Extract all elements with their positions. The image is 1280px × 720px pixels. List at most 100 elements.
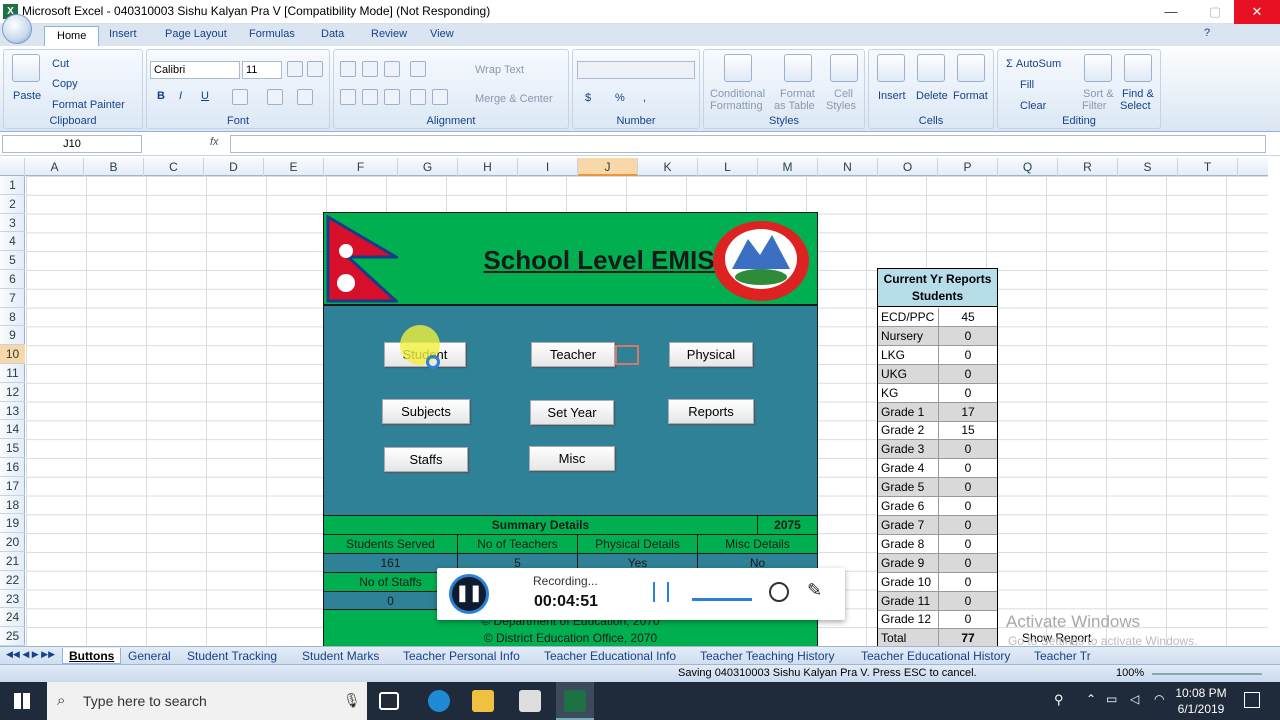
sheet-tab[interactable]: Teacher Educational Info [544,648,676,664]
decrease-indent-icon[interactable] [410,89,426,105]
tray-chevron-icon[interactable]: ⌃ [1086,692,1096,706]
paste-button[interactable]: Paste [13,90,41,102]
merge-center-button[interactable]: Merge & Center [475,93,553,105]
microphone-icon[interactable]: 🎙 [343,692,361,709]
row-header[interactable]: 7 [0,289,25,308]
cell-styles-label[interactable]: Cell [834,88,853,100]
maximize-button[interactable]: ▢ [1192,0,1238,24]
tab-view[interactable]: View [430,28,454,40]
orientation-icon[interactable] [410,61,426,77]
row-header[interactable]: 12 [0,383,25,402]
percent-button[interactable]: % [615,92,625,104]
tab-insert[interactable]: Insert [109,28,137,40]
fx-icon[interactable]: fx [210,136,219,148]
increase-indent-icon[interactable] [432,89,448,105]
search-box[interactable]: ⌕ Type here to search 🎙 [47,682,367,720]
minimize-button[interactable]: — [1148,0,1194,24]
format-cells-button[interactable]: Format [953,90,988,102]
zoom-slider[interactable] [1152,673,1262,675]
sheet-tab[interactable]: Buttons [62,648,122,664]
column-header[interactable]: Q [998,158,1058,176]
format-as-table-label[interactable]: Format [780,88,815,100]
pencil-icon[interactable]: ✎ [807,580,822,601]
subjects-button[interactable]: Subjects [382,399,470,424]
row-header[interactable]: 13 [0,402,25,421]
column-header[interactable]: T [1178,158,1238,176]
close-button[interactable]: ✕ [1234,0,1280,24]
volume-slider[interactable] [692,598,752,601]
column-header[interactable]: B [84,158,144,176]
bold-button[interactable]: B [157,90,165,102]
excel-taskbar-button[interactable] [556,682,594,720]
physical-button[interactable]: Physical [669,342,753,367]
column-header[interactable]: O [878,158,938,176]
cell-styles-label-2[interactable]: Styles [826,100,856,112]
staffs-button[interactable]: Staffs [384,447,468,472]
align-center-icon[interactable] [362,89,378,105]
currency-button[interactable]: $ [585,92,591,104]
set-year-button[interactable]: Set Year [530,400,614,425]
borders-icon[interactable] [232,89,248,105]
delete-cells-button[interactable]: Delete [916,90,948,102]
row-header[interactable]: 23 [0,590,25,609]
column-header[interactable]: S [1118,158,1178,176]
tab-page-layout[interactable]: Page Layout [165,28,227,40]
file-explorer-icon[interactable] [472,690,494,712]
row-header[interactable]: 19 [0,514,25,534]
row-header[interactable]: 20 [0,533,25,552]
wifi-icon[interactable]: ◠ [1154,692,1164,706]
sheet-tab[interactable]: Teacher Educational History [861,648,1010,664]
column-header[interactable]: L [698,158,758,176]
conditional-formatting-icon[interactable] [724,54,752,82]
cut-button[interactable]: Cut [52,58,69,70]
clock[interactable]: 10:08 PM 6/1/2019 [1171,685,1231,717]
help-icon[interactable]: ? [1204,27,1210,39]
column-header[interactable]: J [578,158,638,176]
sheet-tab[interactable]: Student Marks [302,648,379,664]
row-header[interactable]: 25 [0,627,25,646]
reports-button[interactable]: Reports [668,399,754,424]
pause-icon[interactable]: ❚❚ [449,574,489,614]
find-select-icon[interactable] [1124,54,1152,82]
task-view-icon[interactable] [379,692,399,710]
sort-filter-label[interactable]: Sort & [1083,88,1114,100]
align-middle-icon[interactable] [362,61,378,77]
row-header[interactable]: 11 [0,364,25,383]
wrap-text-button[interactable]: Wrap Text [475,64,524,76]
tab-formulas[interactable]: Formulas [249,28,295,40]
column-header[interactable]: C [144,158,204,176]
zoom-level[interactable]: 100% [1116,667,1144,679]
sort-filter-icon[interactable] [1084,54,1112,82]
copy-button[interactable]: Copy [52,78,78,90]
row-header[interactable]: 3 [0,214,25,233]
delete-cells-icon[interactable] [917,54,945,82]
font-size-combo[interactable]: 11 [242,61,282,79]
sheet-tab[interactable]: General [128,648,171,664]
row-header[interactable]: 9 [0,326,25,346]
row-header[interactable]: 2 [0,195,25,214]
column-header[interactable]: M [758,158,818,176]
grow-font-icon[interactable] [287,61,303,77]
format-painter-button[interactable]: Format Painter [52,99,125,111]
row-header[interactable]: 18 [0,496,25,515]
paste-icon[interactable] [12,54,40,82]
number-format-combo[interactable] [577,61,695,79]
row-header[interactable]: 21 [0,552,25,571]
align-right-icon[interactable] [384,89,400,105]
insert-cells-button[interactable]: Insert [878,90,906,102]
formula-input[interactable] [230,135,1266,153]
tab-data[interactable]: Data [321,28,344,40]
sheet-tab[interactable]: Teacher Personal Info [403,648,520,664]
column-header[interactable]: N [818,158,878,176]
autosum-button[interactable]: Σ AutoSum [1006,58,1061,70]
office-button[interactable] [2,14,32,44]
row-header[interactable]: 1 [0,176,25,195]
webcam-icon[interactable] [769,582,789,602]
battery-icon[interactable]: ▭ [1106,692,1117,706]
fill-color-icon[interactable] [267,89,283,105]
format-as-table-label-2[interactable]: as Table [774,100,815,112]
font-color-icon[interactable] [297,89,313,105]
find-select-label-2[interactable]: Select [1120,100,1151,112]
align-top-icon[interactable] [340,61,356,77]
sheet-tab[interactable]: Student Tracking [187,648,277,664]
